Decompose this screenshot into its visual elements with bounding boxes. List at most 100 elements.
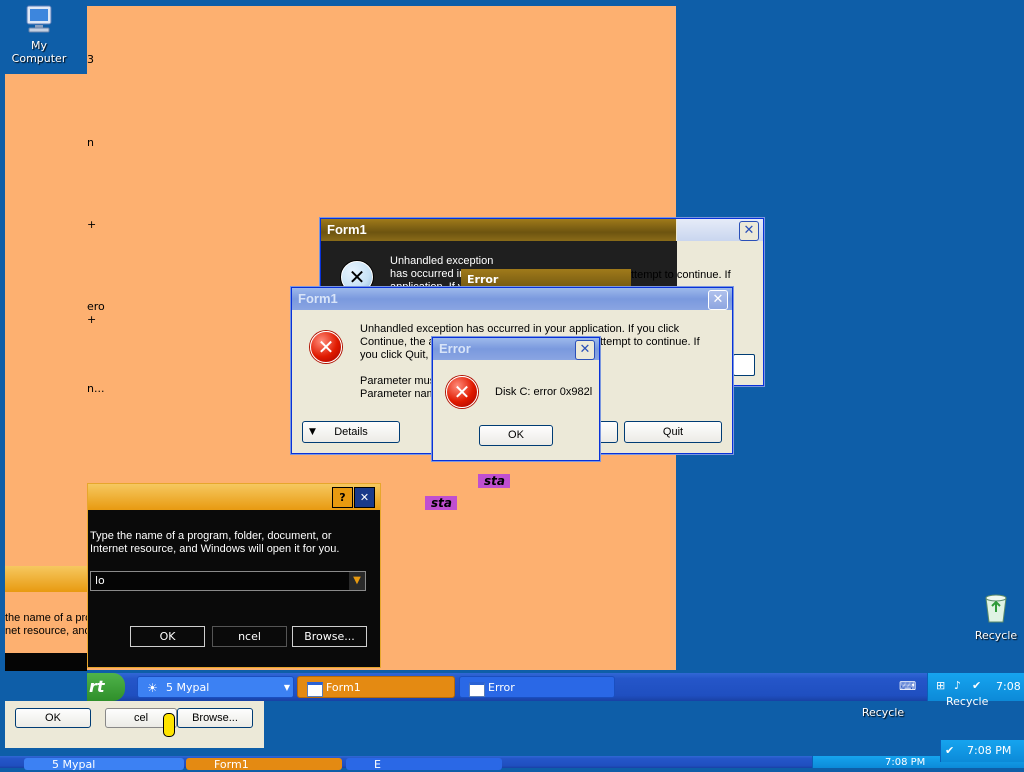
error-message: Disk C: error 0x982l [495,386,593,398]
ghost-start-fragment: sta [425,496,457,510]
ghost-text: sta [431,496,452,510]
taskbar-button-label: Error [488,681,515,694]
window-title: Form1 [327,222,367,237]
form1-back-titlebar: Form1 [321,219,676,241]
ghost-run-input [5,653,87,671]
form1-back-message-tail: ttempt to continue. If [631,269,731,281]
taskbar-button-error[interactable]: Error [459,676,615,698]
details-button-label: Details [334,426,368,438]
desktop-icon-my-computer[interactable]: My Computer [4,4,74,65]
details-button[interactable]: ▼ Details [302,421,400,443]
clock[interactable]: 7:08 [996,680,1021,693]
corner-clock-tray: ✔ 7:08 PM [940,740,1024,762]
form1-message-line2b: ttempt to continue. If [600,336,700,348]
desktop: { "desktop": { "icons": [ {"label": "My … [0,0,1024,771]
form1-titlebar: Form1 [292,288,732,310]
close-button[interactable]: ✕ [739,221,759,241]
taskbar-button-form1[interactable]: Form1 [297,676,455,698]
start-button[interactable]: rt [87,673,125,701]
group-arrow-icon: ▼ [283,683,290,692]
window-title: Error [439,341,471,356]
ghost-run-titlebar [5,566,87,592]
ghost-text: n [87,136,94,149]
security-icon[interactable]: ✔ [945,740,954,762]
desktop-icon-recycle-bin[interactable]: Recycle [970,592,1022,642]
inner-error-title: Error [467,273,499,286]
ghost-taskbar: 5 Mypal Form1 E 7:08 PM [0,756,1024,771]
help-icon: ? [339,491,346,504]
ghost-text: + [87,218,97,231]
cancel-button-label: cel [133,712,149,724]
run-prompt-line2: Internet resource, and Windows will open… [90,543,340,555]
quit-button-label: Quit [662,426,684,438]
close-button[interactable]: ✕ [354,487,375,508]
ok-button-label: OK [159,630,176,643]
security-icon[interactable]: ✔ [972,679,981,692]
volume-icon[interactable]: ♪ [954,679,961,692]
close-button[interactable]: ✕ [575,340,595,360]
close-icon: ✕ [359,491,370,504]
run-dialog: ? ✕ Type the name of a program, folder, … [87,483,381,668]
ok-button[interactable]: OK [479,425,553,446]
ghost-taskbar-button[interactable]: Form1 [186,758,342,771]
desktop-icon-recycle-bin-ghost[interactable]: Recycle [860,684,906,719]
dropdown-arrow-icon: ▼ [309,427,316,437]
window-icon [307,682,323,697]
browse-button-label: Browse... [192,712,238,724]
ghost-run-dialog: OK cel Browse... [5,701,264,748]
error-dialog: Error ✕ ✕ Disk C: error 0x982l OK [432,337,600,461]
taskbar-button-label: Form1 [326,681,361,694]
ghost-taskbar-button[interactable]: 5 Mypal [24,758,184,771]
form1-param-line2: Parameter nam [360,388,436,400]
window-icon [469,682,485,697]
desktop-icon-label: My Computer [11,39,67,65]
dropdown-arrow-icon[interactable]: ▼ [349,572,365,590]
form1-message-line2a: Continue, the a [360,336,435,348]
ghost-text: ero [87,300,105,313]
ghost-run-prompt-line2: net resource, and [5,625,87,637]
run-input[interactable]: lo ▼ [90,571,366,591]
browse-button[interactable]: Browse... [177,708,253,728]
recycle-bin-icon [985,594,1007,623]
desktop-icon-label: Recycle [861,706,905,719]
error-icon: ✕ [446,376,478,408]
error-icon: ✕ [310,331,342,363]
start-button-label: rt [89,677,105,696]
close-icon: ✕ [743,223,755,238]
ok-button[interactable]: OK [130,626,205,647]
browse-button[interactable]: Browse... [292,626,367,647]
clock[interactable]: 7:08 PM [967,740,1011,762]
ok-button-label: OK [508,429,524,441]
ok-button[interactable]: OK [15,708,91,728]
button-fragment[interactable] [733,354,755,376]
close-icon: ✕ [712,292,724,307]
network-icon[interactable]: ⊞ [936,679,945,692]
taskbar-button-label: Form1 [214,758,249,771]
ok-button-label: OK [45,712,61,724]
taskbar-button-label: 5 Mypal [52,758,96,771]
help-button[interactable]: ? [332,487,353,508]
ghost-text: + [87,313,97,326]
browse-button-label: Browse... [304,630,355,643]
my-computer-icon [26,5,52,33]
taskbar-button-mypal[interactable]: ☀ 5 Mypal ▼ [137,676,294,698]
ghost-text: Recycle [946,695,989,708]
ghost-taskbar-button[interactable]: E [346,758,502,771]
ghost-text: n... [87,382,105,395]
cancel-button[interactable]: ncel [212,626,287,647]
cursor-artifact [163,713,175,737]
desktop-icon-label: Recycle [974,629,1018,642]
quit-button[interactable]: Quit [624,421,722,443]
ghost-text: 3 [87,53,94,66]
close-icon: ✕ [579,342,591,357]
ghost-start-fragment: sta [478,474,510,488]
ghost-text: sta [484,474,505,488]
form1-message-line1: Unhandled exception has occurred in your… [360,323,680,335]
taskbar-button-label: 5 Mypal [166,681,210,694]
close-button[interactable]: ✕ [708,290,728,310]
run-prompt-line1: Type the name of a program, folder, docu… [90,530,332,542]
ghost-run-prompt-line1: the name of a pro [5,612,87,624]
form1-param-line1: Parameter must [360,375,439,387]
mypal-icon: ☀ [147,681,158,695]
run-input-value: lo [95,574,105,587]
